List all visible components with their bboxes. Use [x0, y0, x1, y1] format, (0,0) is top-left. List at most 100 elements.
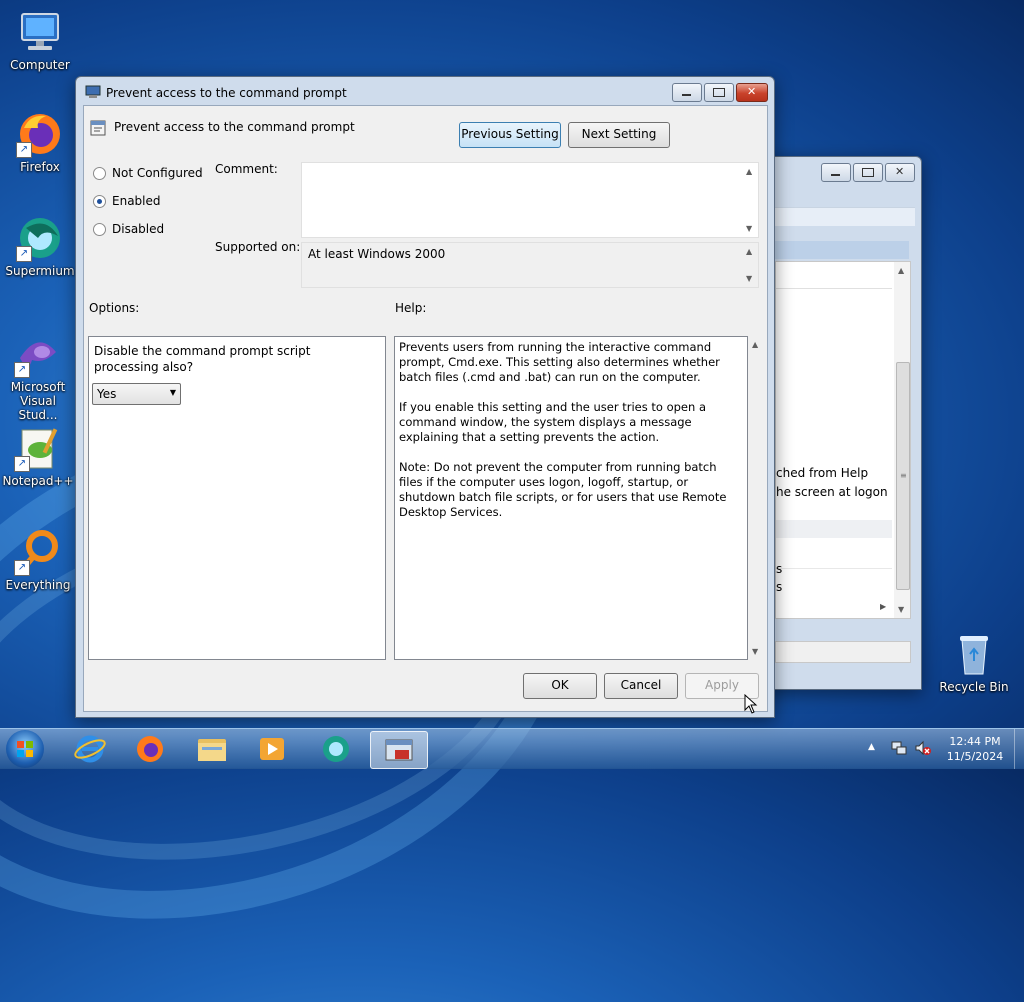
scroll-down-icon[interactable]: ▼ [752, 647, 758, 656]
background-window-caption-buttons: ✕ [821, 163, 915, 182]
taskbar-file-explorer[interactable] [184, 731, 240, 767]
network-icon[interactable] [890, 739, 908, 757]
shortcut-arrow-icon: ↗ [16, 142, 32, 158]
supported-on-scrollbar[interactable]: ▲ ▼ [742, 243, 758, 287]
start-button[interactable] [6, 730, 44, 768]
close-button[interactable]: ✕ [885, 163, 915, 182]
group-policy-icon [385, 739, 413, 761]
shortcut-arrow-icon: ↗ [16, 246, 32, 262]
taskbar: ▲ 12:44 PM 11/5/2024 [0, 728, 1024, 769]
radio-label: Enabled [112, 194, 161, 208]
desktop-icon-label: Everything [5, 578, 71, 592]
volume-muted-icon[interactable] [914, 739, 932, 757]
maximize-button[interactable] [704, 83, 734, 102]
taskbar-media-player[interactable] [244, 731, 300, 767]
taskbar-supermium[interactable] [308, 731, 364, 767]
desktop-icon-notepadpp[interactable]: ↗ Notepad++ [0, 424, 76, 488]
minimize-button[interactable] [672, 83, 702, 102]
scroll-up-icon[interactable]: ▲ [746, 167, 752, 176]
clock[interactable]: 12:44 PM 11/5/2024 [940, 734, 1010, 764]
scroll-up-icon[interactable]: ▲ [752, 340, 758, 349]
chevron-down-icon: ▼ [169, 388, 176, 397]
radio-button[interactable] [93, 166, 106, 180]
close-icon: ✕ [895, 165, 905, 178]
list-item: s [776, 580, 783, 594]
taskbar-firefox[interactable] [122, 731, 178, 767]
desktop-icon-recycle-bin[interactable]: Recycle Bin [936, 630, 1012, 694]
supermium-icon: ↗ [16, 214, 64, 262]
everything-icon: ↗ [14, 528, 62, 576]
scroll-thumb[interactable]: ≡ [896, 362, 910, 590]
radio-enabled[interactable]: Enabled [93, 194, 161, 208]
windows-logo-icon [17, 741, 33, 757]
show-hidden-icons-button[interactable]: ▲ [868, 742, 875, 752]
background-header [775, 241, 909, 259]
divider [776, 288, 892, 289]
dialog-caption-buttons: ✕ [672, 83, 768, 102]
radio-label: Disabled [112, 222, 165, 236]
desktop-icon-label: Notepad++ [2, 474, 74, 488]
media-player-icon [260, 738, 284, 760]
cancel-button[interactable]: Cancel [604, 673, 678, 699]
maximize-button[interactable] [853, 163, 883, 182]
background-list[interactable]: ched from Help he screen at logon s s ▲ … [775, 261, 911, 619]
previous-setting-button[interactable]: Previous Setting [459, 122, 561, 148]
scroll-up-icon[interactable]: ▲ [898, 266, 904, 275]
radio-button-selected[interactable] [93, 194, 106, 208]
policy-dialog[interactable]: Prevent access to the command prompt ✕ P… [75, 76, 775, 718]
dialog-titlebar[interactable]: Prevent access to the command prompt ✕ [76, 77, 774, 105]
desktop-icon-firefox[interactable]: ↗ Firefox [2, 110, 78, 174]
show-desktop-button[interactable] [1014, 729, 1024, 769]
desktop-icon-label: Microsoft Visual Stud... [10, 380, 66, 422]
background-list-scrollbar[interactable]: ▲ ≡ ▼ [894, 262, 910, 618]
internet-explorer-icon [74, 735, 106, 763]
scroll-up-icon[interactable]: ▲ [746, 247, 752, 256]
setting-name: Prevent access to the command prompt [114, 120, 355, 134]
comment-scrollbar[interactable]: ▲ ▼ [742, 163, 758, 237]
background-menubar [775, 207, 915, 226]
desktop-icon-label: Firefox [20, 160, 60, 174]
mouse-cursor-icon [744, 693, 758, 714]
supported-on-box: At least Windows 2000 ▲ ▼ [301, 242, 759, 288]
option-question: Disable the command prompt script proces… [94, 344, 311, 374]
scroll-down-icon[interactable]: ▼ [746, 274, 752, 283]
desktop-icon-everything[interactable]: ↗ Everything [0, 528, 76, 592]
shortcut-arrow-icon: ↗ [14, 362, 30, 378]
desktop-icon-visual-studio[interactable]: ↗ Microsoft Visual Stud... [0, 330, 76, 422]
dialog-body: Prevent access to the command prompt Pre… [83, 105, 768, 712]
clock-time: 12:44 PM [949, 735, 1001, 748]
help-panel: Prevents users from running the interact… [394, 336, 748, 660]
option-select[interactable]: Yes ▼ [92, 383, 181, 405]
firefox-icon: ↗ [16, 110, 64, 158]
ok-button[interactable]: OK [523, 673, 597, 699]
radio-button[interactable] [93, 222, 106, 236]
minimize-button[interactable] [821, 163, 851, 182]
recycle-bin-icon [950, 630, 998, 678]
desktop-icon-label: Supermium [5, 264, 75, 278]
help-text: Prevents users from running the interact… [399, 340, 727, 519]
radio-disabled[interactable]: Disabled [93, 222, 164, 236]
background-window[interactable]: ✕ ched from Help he screen at logon s s … [760, 156, 922, 690]
supermium-icon [323, 736, 349, 762]
background-statusbar [775, 641, 911, 663]
scroll-down-icon[interactable]: ▼ [898, 605, 904, 614]
desktop-icon-supermium[interactable]: ↗ Supermium [2, 214, 78, 278]
taskbar-group-policy[interactable] [370, 731, 428, 769]
help-scrollbar[interactable]: ▲ ▼ [748, 336, 764, 660]
radio-label: Not Configured [112, 166, 203, 180]
next-setting-button[interactable]: Next Setting [568, 122, 670, 148]
close-button[interactable]: ✕ [736, 83, 768, 102]
list-item: he screen at logon [776, 485, 888, 499]
scroll-down-icon[interactable]: ▼ [746, 224, 752, 233]
visual-studio-icon: ↗ [14, 330, 62, 378]
list-item: s [776, 562, 783, 576]
comment-textarea[interactable]: ▲ ▼ [301, 162, 759, 238]
firefox-icon [137, 736, 163, 762]
taskbar-internet-explorer[interactable] [62, 731, 118, 767]
scroll-right-icon[interactable]: ▶ [880, 602, 886, 611]
shortcut-arrow-icon: ↗ [14, 560, 30, 576]
minimize-icon [682, 94, 691, 96]
radio-not-configured[interactable]: Not Configured [93, 166, 203, 180]
desktop-icon-computer[interactable]: Computer [2, 8, 78, 72]
close-icon: ✕ [747, 85, 757, 98]
